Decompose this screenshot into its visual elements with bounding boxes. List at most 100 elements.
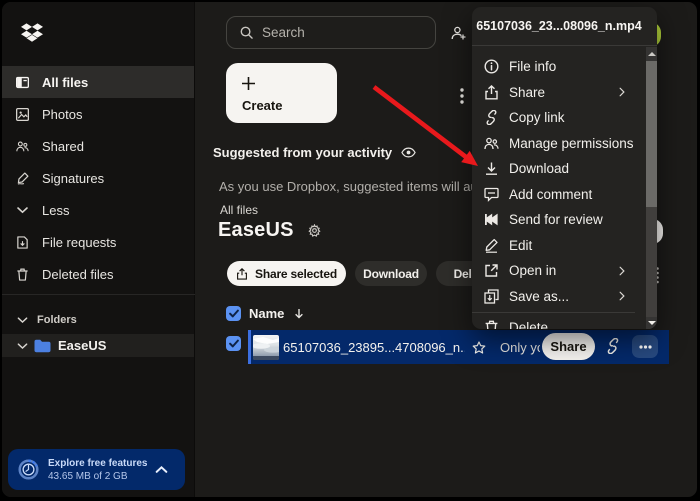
chevron-down-icon bbox=[17, 342, 28, 350]
context-menu-list: File info Share Copy link Manage permiss… bbox=[472, 46, 657, 329]
comment-icon bbox=[484, 187, 499, 202]
storage-usage-label: 43.65 MB of 2 GB bbox=[48, 470, 128, 482]
sidebar-item-label: Signatures bbox=[42, 170, 105, 186]
storage-gauge-icon bbox=[18, 459, 39, 480]
plus-icon bbox=[241, 76, 256, 91]
sidebar-item-label: Shared bbox=[42, 138, 84, 154]
search-placeholder: Search bbox=[262, 25, 305, 40]
storage-card-text: Explore free features 43.65 MB of 2 GB bbox=[48, 457, 155, 483]
sidebar-nav: All files Photos Shared Signatures Less bbox=[2, 66, 194, 290]
share-selected-label: Share selected bbox=[255, 266, 337, 281]
menu-item-label: Edit bbox=[509, 237, 533, 253]
share-selected-button[interactable]: Share selected bbox=[227, 261, 346, 286]
triangle-down-icon bbox=[647, 321, 656, 325]
signatures-pen-icon bbox=[16, 172, 29, 185]
menu-item-delete[interactable]: Delete bbox=[472, 315, 646, 329]
sort-descending-icon[interactable] bbox=[294, 308, 304, 319]
page-title: EaseUS bbox=[218, 219, 294, 241]
menu-item-copy-link[interactable]: Copy link bbox=[472, 105, 646, 131]
scrollbar-up-button[interactable] bbox=[646, 47, 657, 61]
download-label: Download bbox=[363, 266, 419, 281]
sidebar-folder-easeus[interactable]: EaseUS bbox=[2, 334, 194, 357]
menu-scrollbar[interactable] bbox=[646, 47, 657, 329]
scrollbar-thumb[interactable] bbox=[646, 61, 657, 207]
sidebar-item-less[interactable]: Less bbox=[2, 194, 194, 226]
send-for-review-icon bbox=[484, 212, 499, 227]
download-button[interactable]: Download bbox=[355, 261, 427, 286]
sidebar-item-label: All files bbox=[42, 74, 89, 90]
sidebar-divider bbox=[2, 294, 195, 295]
dropbox-logo-icon[interactable] bbox=[21, 23, 43, 43]
menu-item-add-comment[interactable]: Add comment bbox=[472, 182, 646, 208]
name-column-header[interactable]: Name bbox=[249, 306, 284, 321]
sidebar-item-label: File requests bbox=[42, 234, 117, 250]
share-icon bbox=[484, 85, 499, 100]
row-share-button[interactable]: Share bbox=[542, 333, 595, 360]
file-row[interactable]: 65107036_23895...4708096_n.... Only you … bbox=[248, 330, 669, 364]
menu-item-open-in[interactable]: Open in bbox=[472, 258, 646, 284]
info-icon bbox=[484, 59, 499, 74]
breadcrumb[interactable]: All files bbox=[220, 203, 258, 217]
permissions-people-icon bbox=[484, 136, 499, 151]
sidebar-item-photos[interactable]: Photos bbox=[2, 98, 194, 130]
open-in-icon bbox=[484, 263, 499, 278]
menu-item-label: Manage permissions bbox=[509, 135, 634, 151]
menu-item-send-for-review[interactable]: Send for review bbox=[472, 207, 646, 233]
more-options-kebab-icon[interactable] bbox=[460, 88, 464, 104]
menu-item-manage-permissions[interactable]: Manage permissions bbox=[472, 131, 646, 157]
copy-link-icon bbox=[484, 110, 499, 125]
edit-pencil-icon bbox=[484, 238, 499, 253]
menu-item-download[interactable]: Download bbox=[472, 156, 646, 182]
menu-item-label: Copy link bbox=[509, 110, 565, 126]
trash-icon bbox=[484, 320, 499, 329]
menu-item-label: Add comment bbox=[509, 186, 593, 202]
search-input[interactable]: Search bbox=[226, 16, 436, 49]
sidebar-item-label: Photos bbox=[42, 106, 83, 122]
create-button-label: Create bbox=[242, 98, 283, 113]
triangle-up-icon bbox=[647, 52, 656, 56]
dropbox-app-window: All files Photos Shared Signatures Less bbox=[2, 2, 697, 497]
menu-item-label: File info bbox=[509, 59, 557, 75]
copy-link-icon[interactable] bbox=[606, 338, 620, 354]
sidebar-item-label: Less bbox=[42, 202, 70, 218]
suggested-section-title: Suggested from your activity bbox=[213, 145, 393, 160]
sidebar: All files Photos Shared Signatures Less bbox=[2, 2, 195, 497]
menu-item-label: Send for review bbox=[509, 212, 603, 228]
check-icon bbox=[229, 339, 239, 348]
sidebar-item-signatures[interactable]: Signatures bbox=[2, 162, 194, 194]
folders-section-header[interactable]: Folders bbox=[2, 310, 194, 330]
chevron-up-icon[interactable] bbox=[155, 465, 168, 474]
menu-item-label: Download bbox=[509, 161, 570, 177]
star-icon[interactable] bbox=[472, 341, 486, 354]
storage-card-title: Explore free features bbox=[48, 457, 148, 469]
file-name-label: 65107036_23895...4708096_n.... bbox=[283, 339, 465, 355]
all-files-icon bbox=[16, 76, 29, 89]
scrollbar-down-button[interactable] bbox=[646, 317, 657, 329]
ellipsis-icon bbox=[639, 345, 652, 349]
folder-settings-gear-icon[interactable] bbox=[308, 224, 321, 237]
folder-name-label: EaseUS bbox=[58, 338, 107, 353]
row-checkbox[interactable] bbox=[226, 336, 241, 351]
sidebar-item-all-files[interactable]: All files bbox=[2, 66, 194, 98]
menu-item-edit[interactable]: Edit bbox=[472, 233, 646, 259]
eye-visibility-icon[interactable] bbox=[401, 147, 416, 158]
sidebar-item-file-requests[interactable]: File requests bbox=[2, 226, 194, 258]
storage-upsell-card[interactable]: Explore free features 43.65 MB of 2 GB bbox=[8, 449, 185, 490]
create-button[interactable]: Create bbox=[226, 63, 337, 123]
screenshot-stage: All files Photos Shared Signatures Less bbox=[0, 0, 700, 501]
chevron-down-icon bbox=[16, 206, 29, 214]
menu-item-save-as[interactable]: Save as... bbox=[472, 284, 646, 310]
invite-members-icon[interactable] bbox=[451, 26, 466, 40]
select-all-checkbox[interactable] bbox=[226, 306, 241, 321]
menu-item-share[interactable]: Share bbox=[472, 80, 646, 106]
trash-icon bbox=[16, 268, 29, 281]
row-more-button[interactable] bbox=[632, 335, 658, 358]
menu-item-label: Open in bbox=[509, 263, 557, 279]
folders-header-label: Folders bbox=[37, 314, 77, 326]
sidebar-item-shared[interactable]: Shared bbox=[2, 130, 194, 162]
sidebar-item-deleted-files[interactable]: Deleted files bbox=[2, 258, 194, 290]
photos-icon bbox=[16, 108, 29, 121]
menu-item-label: Share bbox=[509, 84, 546, 100]
file-context-menu: 65107036_23...08096_n.mp4 File info Shar… bbox=[472, 7, 657, 329]
menu-item-file-info[interactable]: File info bbox=[472, 54, 646, 80]
